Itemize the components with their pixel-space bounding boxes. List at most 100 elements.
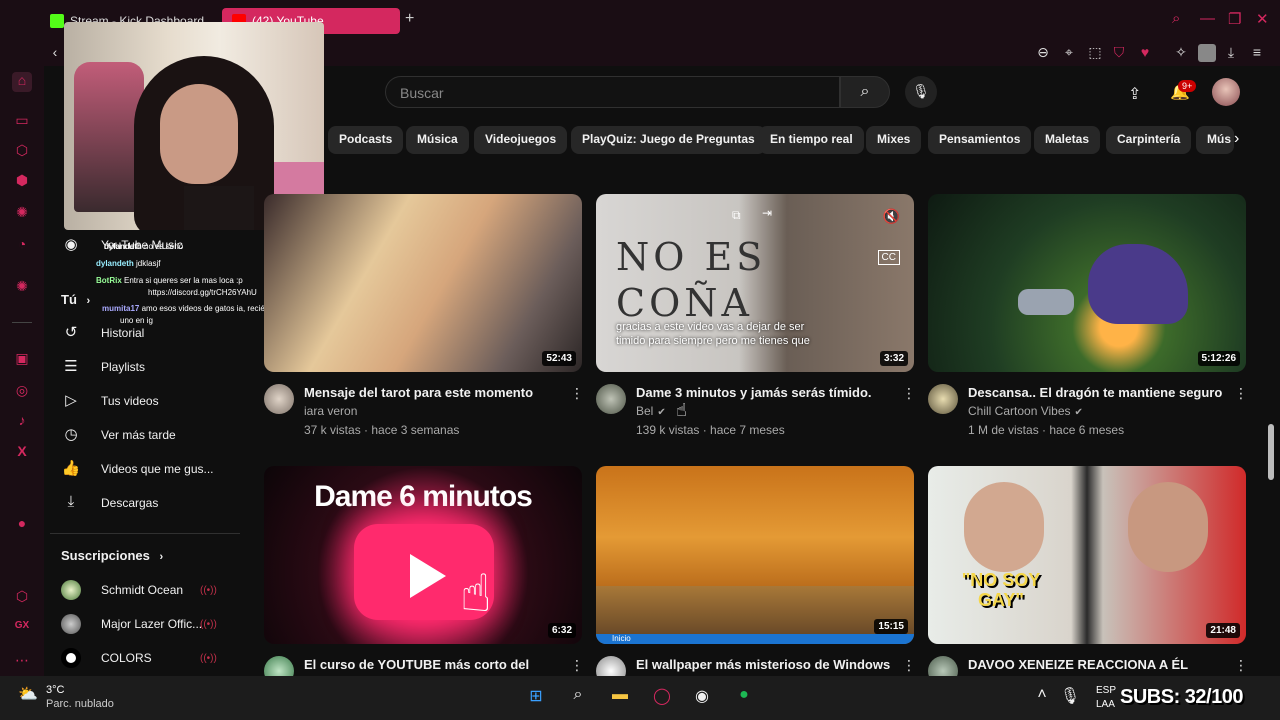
video-thumbnail[interactable]: 52:43: [264, 194, 582, 372]
more-vert-icon[interactable]: ⋮: [570, 657, 584, 674]
chip-musica-2[interactable]: Mús: [1196, 126, 1234, 154]
tiktok-icon[interactable]: ♪: [12, 412, 32, 432]
search-icon[interactable]: ⌕: [840, 76, 890, 108]
profile-icon[interactable]: [1198, 44, 1216, 62]
sidebar-item-label: Videos que me gus...: [101, 462, 214, 476]
pin-icon[interactable]: ⌖: [1060, 44, 1078, 62]
spotify-icon[interactable]: ●: [732, 686, 756, 710]
sidebar-item-playlists[interactable]: ☰ Playlists: [58, 352, 238, 382]
back-icon[interactable]: ‹: [46, 44, 64, 62]
captions-icon[interactable]: CC: [877, 250, 900, 265]
record-icon[interactable]: ●: [12, 515, 32, 535]
shield-icon[interactable]: ⬡: [12, 588, 32, 608]
video-title[interactable]: DAVOO XENEIZE REACCIONA A ÉL: [968, 657, 1188, 672]
chip-maletas[interactable]: Maletas: [1034, 126, 1101, 154]
video-title[interactable]: Mensaje del tarot para este momento: [304, 385, 533, 400]
language-indicator[interactable]: ESP LAA: [1096, 684, 1116, 712]
chip-en-tiempo-real[interactable]: En tiempo real: [759, 126, 864, 154]
minimize-icon[interactable]: —: [1200, 10, 1215, 27]
clock-icon[interactable]: ◔: [12, 236, 32, 256]
download-icon[interactable]: ⤓: [1222, 44, 1240, 62]
avatar[interactable]: [596, 384, 626, 414]
mute-icon[interactable]: 🔇: [883, 208, 900, 225]
video-title[interactable]: Dame 3 minutos y jamás serás tímido.: [636, 385, 872, 400]
maximize-icon[interactable]: ❐: [1228, 10, 1241, 28]
chip-podcasts[interactable]: Podcasts: [328, 126, 404, 154]
chip-pensamientos[interactable]: Pensamientos: [928, 126, 1032, 154]
avatar[interactable]: [1212, 78, 1240, 106]
chip-videojuegos[interactable]: Videojuegos: [474, 126, 568, 154]
sidebar-item-ver-mas-tarde[interactable]: ◷ Ver más tarde: [58, 420, 238, 450]
instagram-icon[interactable]: ◎: [12, 382, 32, 402]
twitch-icon[interactable]: ▣: [12, 350, 32, 370]
microphone-icon[interactable]: 🎙: [1058, 686, 1082, 710]
extension-icon[interactable]: ⬢: [12, 172, 32, 192]
sidebar-sub-major-lazer[interactable]: Major Lazer Offic...: [101, 617, 202, 631]
weather-icon[interactable]: ⛅: [16, 684, 40, 708]
more-vert-icon[interactable]: ⋮: [1234, 657, 1248, 674]
opera-gx-icon[interactable]: ◯: [650, 686, 674, 710]
watch-later-icon: ◷: [64, 426, 78, 443]
sidebar-item-tus-videos[interactable]: ▷ Tus videos: [58, 386, 238, 416]
video-thumbnail[interactable]: "NO SOY GAY" 21:48: [928, 466, 1246, 644]
heart-icon[interactable]: ♥: [1136, 44, 1154, 62]
video-title[interactable]: El wallpaper más misterioso de Windows: [636, 657, 890, 672]
more-vert-icon[interactable]: ⋮: [570, 385, 584, 402]
file-explorer-icon[interactable]: ▬: [608, 686, 632, 710]
channel-name[interactable]: Chill Cartoon Vibes ✔: [968, 404, 1083, 418]
windows-start-icon[interactable]: ⊞: [524, 686, 548, 710]
channel-name[interactable]: Bel ✔: [636, 404, 666, 418]
video-thumbnail[interactable]: Inicio 15:15: [596, 466, 914, 644]
avatar[interactable]: [264, 384, 294, 414]
more-icon[interactable]: ⋯: [12, 652, 32, 672]
sidebar-you-heading[interactable]: Tú ›: [61, 292, 90, 307]
extensions-icon[interactable]: ✧: [1172, 44, 1190, 62]
sidebar-item-liked-videos[interactable]: 👍 Videos que me gus...: [58, 454, 238, 484]
home-icon[interactable]: ⌂: [12, 72, 32, 92]
sidebar-sub-colors[interactable]: COLORS: [101, 651, 152, 665]
aria-icon[interactable]: ⬡: [12, 142, 32, 162]
search-input[interactable]: Buscar: [385, 76, 840, 108]
live-icon: ((•)): [200, 585, 217, 596]
obs-icon[interactable]: ◉: [690, 686, 714, 710]
video-thumbnail[interactable]: 5:12:26: [928, 194, 1246, 372]
chip-musica[interactable]: Música: [406, 126, 469, 154]
queue-icon[interactable]: ⧉: [732, 208, 741, 223]
sidebar-subscriptions-heading[interactable]: Suscripciones ›: [61, 548, 163, 563]
vpn-icon[interactable]: ⛉: [1110, 44, 1128, 62]
chip-playquiz[interactable]: PlayQuiz: Juego de Preguntas: [571, 126, 766, 154]
video-thumbnail[interactable]: NO ES COÑA gracias a este video vas a dej…: [596, 194, 914, 372]
chat-message: dylandeth no es serio: [104, 242, 183, 251]
more-vert-icon[interactable]: ⋮: [902, 657, 916, 674]
avatar[interactable]: [928, 384, 958, 414]
upload-icon[interactable]: ⇪: [1128, 84, 1141, 104]
more-vert-icon[interactable]: ⋮: [1234, 385, 1248, 402]
duration-badge: 3:32: [879, 351, 908, 366]
chevron-right-icon[interactable]: ›: [1234, 130, 1239, 148]
sidebar-item-descargas[interactable]: ⤓ Descargas: [58, 488, 238, 518]
scrollbar[interactable]: [1268, 424, 1274, 480]
more-vert-icon[interactable]: ⋮: [902, 385, 916, 402]
search-tabs-icon[interactable]: ⌕: [1172, 10, 1180, 27]
menu-icon[interactable]: ≡: [1248, 44, 1266, 62]
zoom-icon[interactable]: ⊖: [1034, 44, 1052, 62]
x-icon[interactable]: X: [12, 443, 32, 463]
channel-name[interactable]: iara veron: [304, 404, 357, 418]
gx-icon[interactable]: GX: [12, 620, 32, 640]
video-title[interactable]: Descansa.. El dragón te mantiene seguro: [968, 385, 1222, 400]
openai-icon[interactable]: ✺: [12, 278, 32, 298]
snapshot-icon[interactable]: ⬚: [1086, 44, 1104, 62]
search-icon[interactable]: ⌕: [566, 686, 590, 710]
watch-later-icon[interactable]: ⇥: [762, 206, 772, 220]
microphone-icon[interactable]: 🎙: [905, 76, 937, 108]
chatgpt-icon[interactable]: ✺: [12, 204, 32, 224]
sidebar-sub-schmidt-ocean[interactable]: Schmidt Ocean: [101, 583, 183, 597]
chip-mixes[interactable]: Mixes: [866, 126, 922, 154]
video-thumbnail[interactable]: Dame 6 minutos ☝ 6:32: [264, 466, 582, 644]
tabs-icon[interactable]: ▭: [12, 112, 32, 132]
chevron-up-icon[interactable]: ˄: [1030, 686, 1054, 710]
close-icon[interactable]: ✕: [1256, 10, 1269, 28]
video-title[interactable]: El curso de YOUTUBE más corto del: [304, 657, 529, 672]
new-tab-button[interactable]: +: [405, 10, 414, 28]
chip-carpinteria[interactable]: Carpintería: [1106, 126, 1192, 154]
